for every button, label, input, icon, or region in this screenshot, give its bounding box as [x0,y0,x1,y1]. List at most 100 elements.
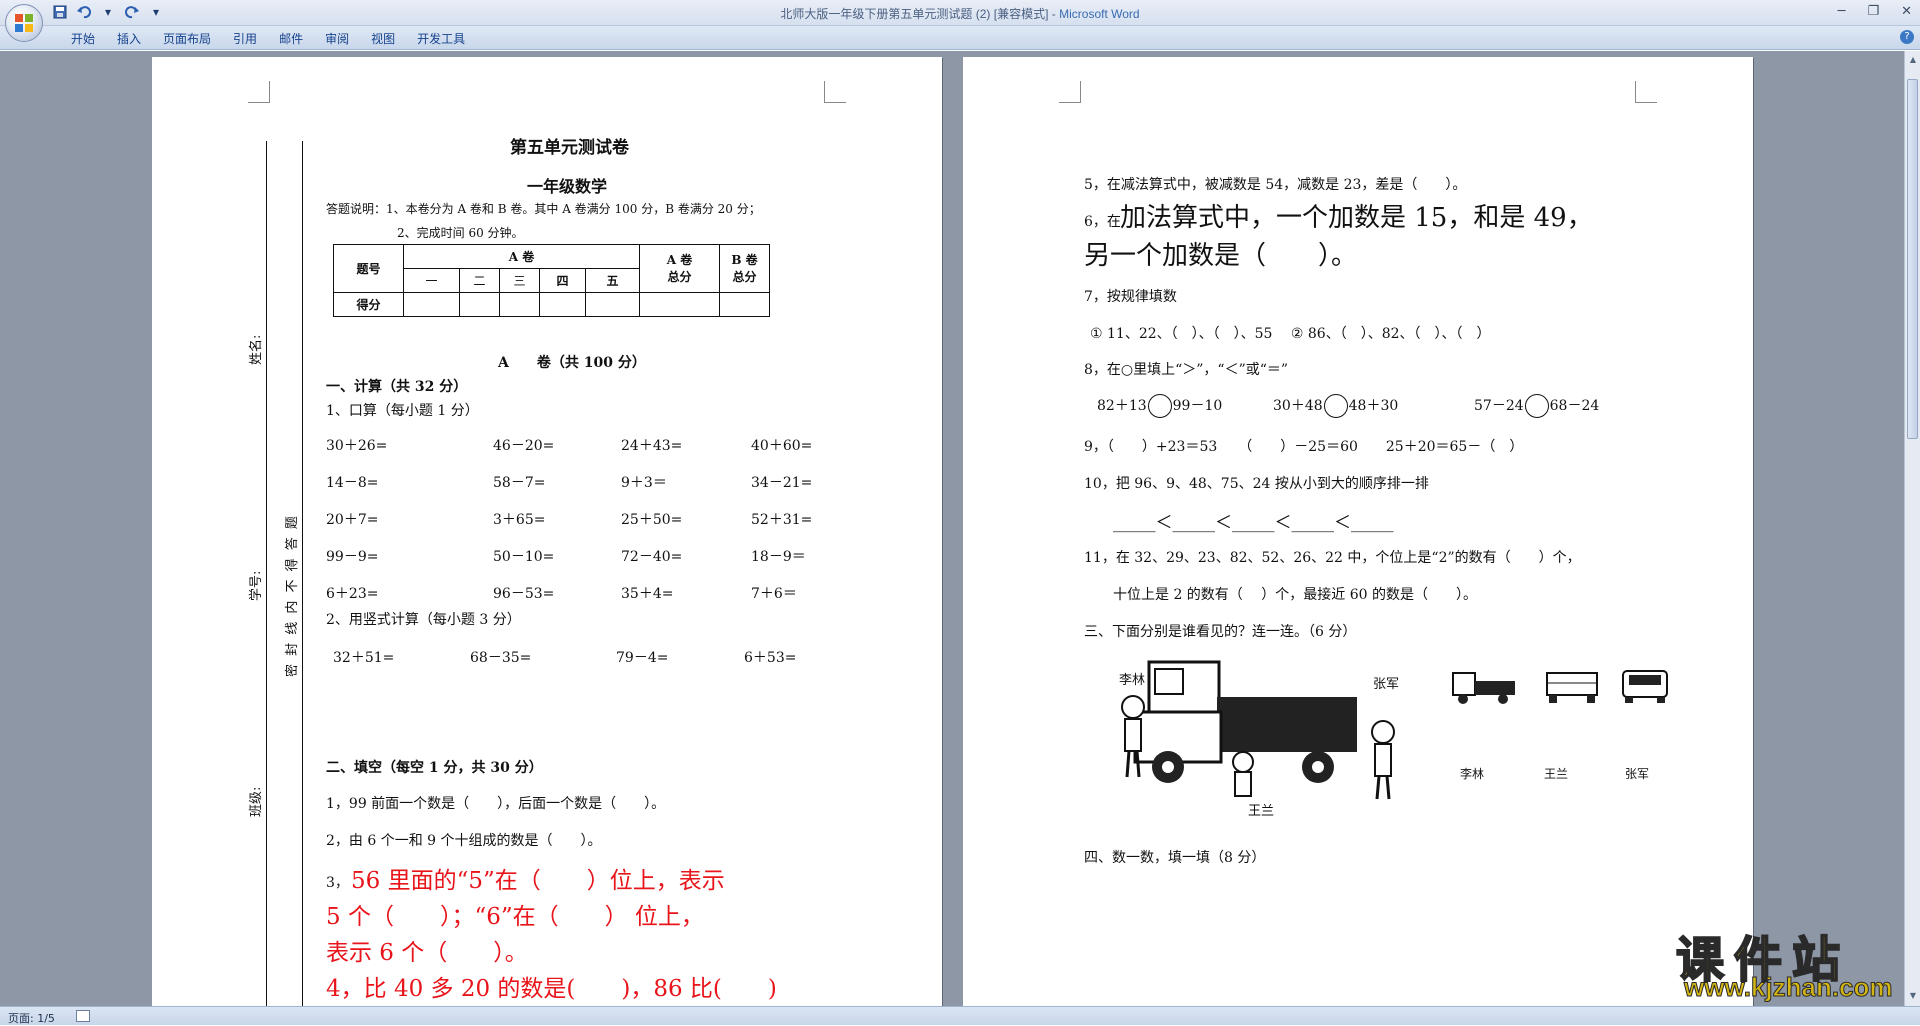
scroll-up-icon[interactable]: ▲ [1908,55,1918,65]
oral-item: 96－53= [493,586,555,602]
q8: 8，在○里填上“＞”，“＜”或“＝” [1084,362,1289,378]
title-bar: ▾ ▾ 北师大版一年级下册第五单元测试题 (2) [兼容模式] - Micros… [0,0,1920,26]
fill-q3-line1: 56 里面的“5”在（ ）位上，表示 [351,868,725,894]
score-row-defen: 得分 [333,292,404,317]
vertical-item: 79－4= [616,650,669,666]
section-4-heading: 四、数一数，填一填（8 分） [1084,850,1266,866]
compare-right: 68－24 [1549,398,1600,414]
score-cell[interactable] [499,292,540,317]
crop-mark [1635,81,1657,103]
score-header-a-total: A 卷 总分 [639,244,720,293]
vertical-item: 68－35= [470,650,532,666]
oral-item: 72－40= [621,549,683,565]
fill-q3-line3: 表示 6 个（ ）。 [326,940,528,966]
oral-item: 20＋7= [326,512,379,528]
tab-page-layout[interactable]: 页面布局 [152,30,222,48]
q6-line2: 另一个加数是（ ）。 [1084,241,1358,271]
crop-mark [1059,81,1081,103]
minimize-icon[interactable]: ─ [1838,4,1846,19]
oral-item: 18－9＝ [751,549,806,565]
scrollbar-thumb[interactable] [1907,79,1918,439]
office-logo-icon [15,14,33,32]
fill-q3-number: 3， [326,875,349,891]
document-page-2[interactable]: 5，在减法算式中，被减数是 54，减数是 23，差是（ ）。 6，在 加法算式中… [963,57,1753,1017]
section-a-heading: A 卷（共 100 分） [498,355,646,371]
score-cell[interactable] [639,292,720,317]
oral-item: 14－8= [326,475,379,491]
oral-item: 25＋50= [621,512,683,528]
tab-mailings[interactable]: 邮件 [268,30,314,48]
tab-references[interactable]: 引用 [222,30,268,48]
q7: 7，按规律填数 [1084,289,1177,305]
instructions-1: 答题说明：1、本卷分为 A 卷和 B 卷。其中 A 卷满分 100 分，B 卷满… [326,202,761,216]
q7-sequence: ① 11、22、（ ）、（ ）、55 ② 86、（ ）、82、（ ）、（ ） [1090,326,1491,342]
compare-right: 48＋30 [1348,398,1399,414]
tab-view[interactable]: 视图 [360,30,406,48]
oral-item: 52＋31= [751,512,813,528]
score-cell[interactable] [719,292,770,317]
page-count[interactable]: 页面: 1/5 [8,1010,55,1026]
compare-item: 82＋13 99－10 [1097,394,1222,418]
label-li-lin: 李林 [1460,767,1485,781]
oral-item: 24＋43= [621,438,683,454]
binding-line [302,141,303,1017]
compare-circle[interactable] [1147,394,1172,418]
help-icon[interactable]: ? [1900,30,1914,44]
score-col-1: 一 [403,268,460,293]
oral-item: 9＋3＝ [621,475,667,491]
section-2-heading: 二、填空（每空 1 分，共 30 分） [326,760,543,776]
fill-q1: 1，99 前面一个数是（ ），后面一个数是（ ）。 [326,796,666,812]
oral-item: 58－7= [493,475,546,491]
tab-insert[interactable]: 插入 [106,30,152,48]
maximize-icon[interactable]: ❐ [1867,4,1879,19]
compare-right: 99－10 [1172,398,1223,414]
score-col-4: 四 [539,268,586,293]
side-class-label: 班级: [249,786,264,817]
window-controls: ─ ❐ ✕ [1838,4,1912,19]
side-name-label: 姓名: [249,334,264,365]
q5: 5，在减法算式中，被减数是 54，减数是 23，差是（ ）。 [1084,177,1467,193]
score-cell[interactable] [459,292,500,317]
label-zhang-jun: 张军 [1625,767,1650,781]
scroll-down-icon[interactable]: ▼ [1908,991,1918,1001]
score-cell[interactable] [539,292,586,317]
compare-left: 30＋48 [1273,398,1323,414]
compare-item: 57－24 68－24 [1474,394,1599,418]
oral-item: 50－10= [493,549,555,565]
score-col-5: 五 [585,268,640,293]
truck-back-view-icon [1546,672,1598,703]
score-header-tihao: 题号 [333,244,404,293]
score-header-b-total: B 卷 总分 [719,244,770,293]
q10: 10，把 96、9、48、75、24 按从小到大的顺序排一排 [1084,476,1429,492]
crop-mark [248,81,270,103]
oral-item: 3＋65= [493,512,546,528]
tab-developer[interactable]: 开发工具 [406,30,476,48]
score-col-3: 三 [499,268,540,293]
proofing-icon[interactable] [76,1010,90,1022]
score-cell[interactable] [403,292,460,317]
subsection-vertical: 2、用竖式计算（每小题 3 分） [326,612,521,628]
oral-item: 40＋60= [751,438,813,454]
score-cell[interactable] [585,292,640,317]
document-page-1[interactable]: 姓名: 学号: 班级: 密 封 线 内 不 得 答 题 第五单元测试卷 一年级数… [152,57,942,1017]
compare-circle[interactable] [1323,394,1348,418]
doc-title: 第五单元测试卷 [510,138,629,158]
ribbon: 开始 插入 页面布局 引用 邮件 审阅 视图 开发工具 ? [0,26,1920,50]
fill-q4: 4，比 40 多 20 的数是( )，86 比( ) [326,976,777,1002]
q9: 9，（ ）+23＝53 （ ）－25＝60 25＋20＝65－（ ） [1084,439,1524,455]
compare-left: 57－24 [1474,398,1524,414]
vertical-item: 32＋51= [333,650,395,666]
compare-circle[interactable] [1524,394,1549,418]
window-title: 北师大版一年级下册第五单元测试题 (2) [兼容模式] - Microsoft … [0,5,1920,22]
tab-home[interactable]: 开始 [60,30,106,48]
section-3-heading: 三、下面分别是谁看见的？连一连。（6 分） [1084,624,1357,640]
oral-item: 99－9= [326,549,379,565]
status-bar: 页面: 1/5 [0,1006,1920,1025]
subsection-oral: 1、口算（每小题 1 分） [326,403,479,419]
close-icon[interactable]: ✕ [1901,4,1912,19]
office-button[interactable] [5,4,43,42]
oral-item: 35＋4= [621,586,674,602]
tab-review[interactable]: 审阅 [314,30,360,48]
vertical-scrollbar[interactable]: ▲ ▼ [1904,51,1920,1006]
fill-q2: 2，由 6 个一和 9 个十组成的数是（ ）。 [326,833,602,849]
